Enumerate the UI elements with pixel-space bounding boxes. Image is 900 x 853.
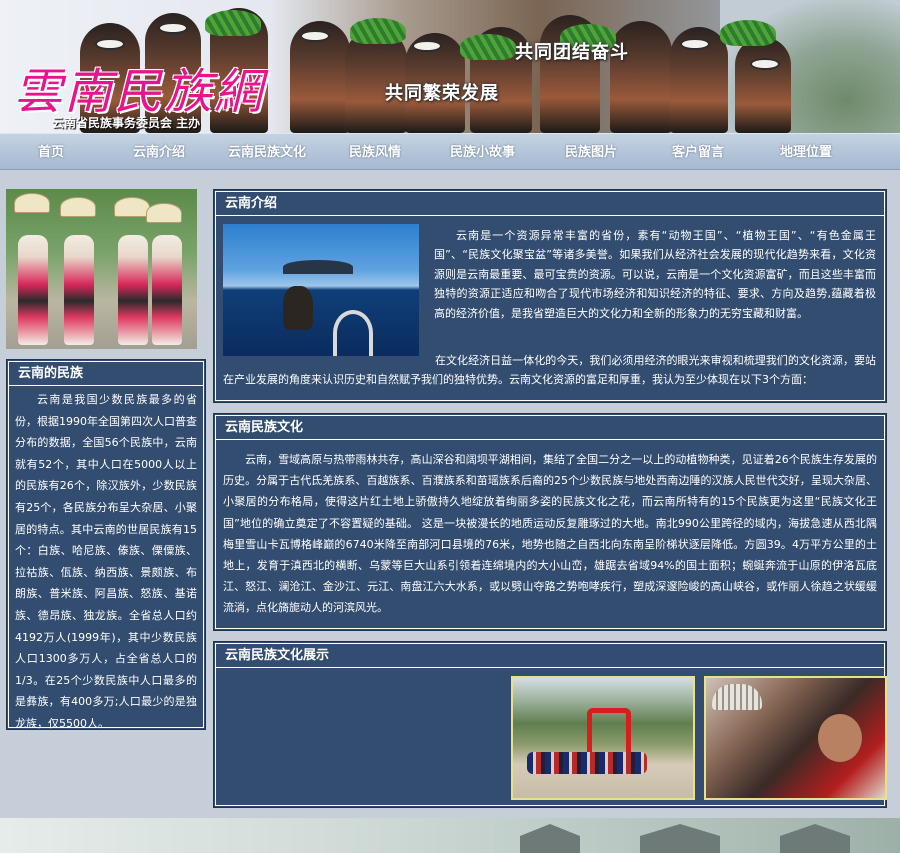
sidebar-photo (6, 189, 197, 349)
yunnan-intro-panel: 云南介绍 云南是一个资源异常丰富的省份，素有“动物王国”、“植物王国”、“有色金… (213, 189, 887, 403)
panel-text: 云南，雪域高原与热带雨林共存，高山深谷和阔坝平湖相间，集结了全国二分之一以上的动… (223, 453, 877, 615)
photo-headdress (712, 684, 762, 710)
banner-leaf-crown (720, 20, 776, 46)
parasol (14, 193, 50, 213)
nav-ethnic-pictures[interactable]: 民族图片 (565, 134, 617, 171)
photo-figure (64, 235, 94, 345)
photo-figure (152, 235, 182, 345)
panel-title: 云南介绍 (216, 192, 884, 216)
photo-figure (118, 235, 148, 345)
nav-location[interactable]: 地理位置 (780, 134, 832, 171)
banner-headdress (158, 22, 188, 34)
panel-title: 云南民族文化展示 (216, 644, 884, 668)
nav-yunnan-intro[interactable]: 云南介绍 (133, 134, 185, 171)
banner-leaf-crown (460, 34, 516, 60)
showcase-photo-festival[interactable] (511, 676, 695, 800)
intro-paragraph: 在文化经济日益一体化的今天，我们必须用经济的眼光来审视和梳理我们的文化资源，要站… (223, 354, 876, 387)
photo-boat-bow (333, 310, 373, 356)
footer-scenery (0, 818, 900, 853)
banner-leaf-crown (350, 18, 406, 44)
panel-title: 云南民族文化 (216, 416, 884, 440)
showcase-photo-portrait[interactable] (704, 676, 887, 800)
banner-dancer (735, 37, 791, 133)
photo-arch (587, 708, 631, 758)
parasol (114, 197, 150, 217)
photo-boat (283, 286, 313, 330)
ethnic-culture-panel: 云南民族文化 云南，雪域高原与热带雨林共存，高山深谷和阔坝平湖相间，集结了全国二… (213, 413, 887, 631)
banner-leaf-crown (205, 10, 261, 36)
footer-roof (640, 824, 720, 853)
photo-figure (18, 235, 48, 345)
lake-photo (223, 224, 419, 356)
nav-home[interactable]: 首页 (38, 134, 64, 171)
host-label: 云南省民族事务委员会 主办 (52, 116, 201, 130)
banner-headdress (680, 38, 710, 50)
nav-ethnic-culture[interactable]: 云南民族文化 (228, 134, 306, 171)
banner-headdress (95, 38, 125, 50)
ethnic-groups-panel: 云南的民族 云南是我国少数民族最多的省份，根据1990年全国第四次人口普查分布的… (6, 359, 206, 730)
banner-headdress (412, 40, 442, 52)
footer-roof (520, 824, 580, 853)
nav-ethnic-customs[interactable]: 民族风情 (349, 134, 401, 171)
nav-guestbook[interactable]: 客户留言 (672, 134, 724, 171)
parasol (146, 203, 182, 223)
footer-roof (780, 824, 850, 853)
header-banner: 雲南民族網 云南省民族事务委员会 主办 共同团结奋斗 共同繁荣发展 (0, 0, 900, 133)
banner-slogan: 共同团结奋斗 (515, 42, 629, 63)
main-nav: 首页 云南介绍 云南民族文化 民族风情 民族小故事 民族图片 客户留言 地理位置 (0, 133, 900, 170)
intro-paragraph: 云南是一个资源异常丰富的省份，素有“动物王国”、“植物王国”、“有色金属王国”、… (434, 229, 876, 320)
panel-text: 云南是我国少数民族最多的省份，根据1990年全国第四次人口普查分布的数据，全国5… (15, 393, 197, 730)
banner-slogan: 共同繁荣发展 (385, 83, 499, 104)
banner-headdress (300, 30, 330, 42)
photo-crowd (527, 752, 647, 774)
photo-island (283, 260, 353, 274)
photo-face (818, 714, 862, 762)
culture-showcase-panel: 云南民族文化展示 (213, 641, 887, 808)
parasol (60, 197, 96, 217)
panel-title: 云南的民族 (9, 362, 203, 386)
site-logo[interactable]: 雲南民族網 (14, 52, 264, 122)
banner-headdress (750, 58, 780, 70)
nav-ethnic-stories[interactable]: 民族小故事 (450, 134, 515, 171)
